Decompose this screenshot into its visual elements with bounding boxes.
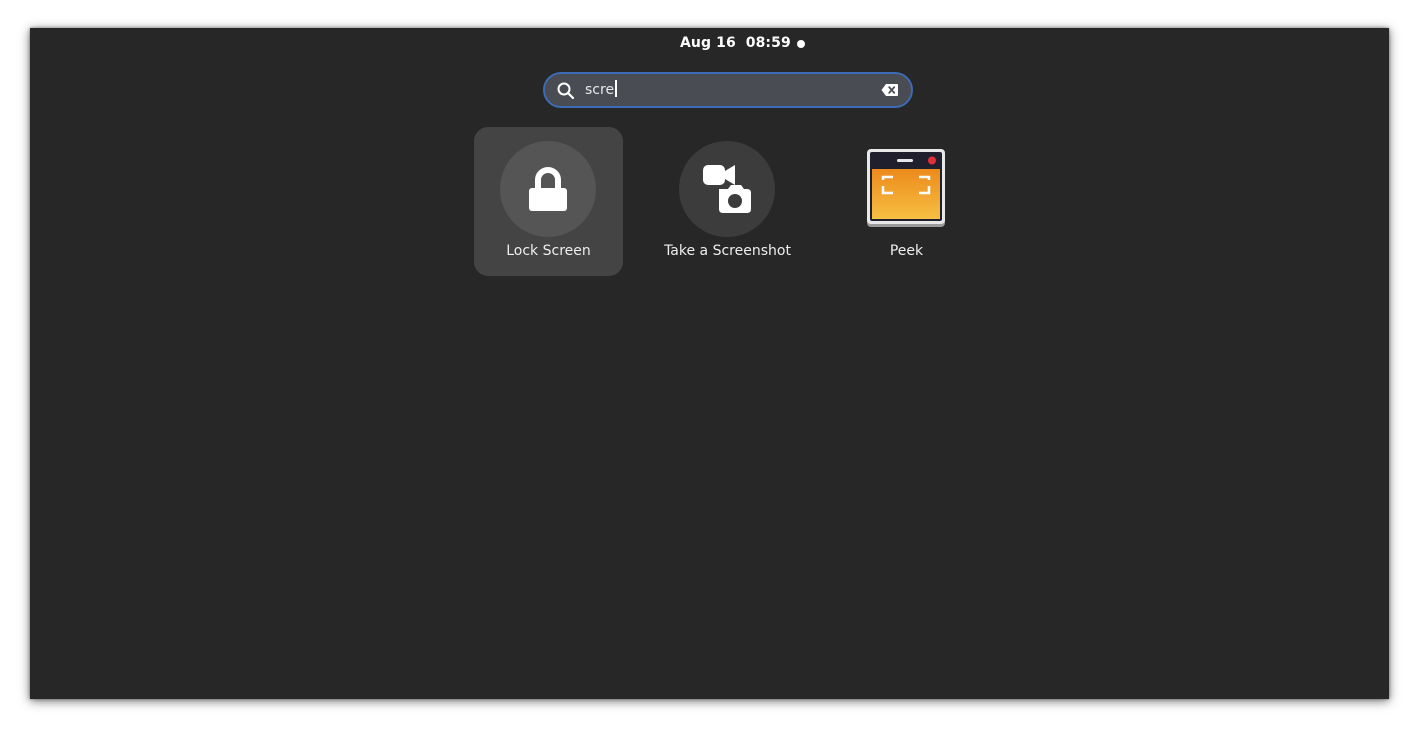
result-label: Peek xyxy=(889,243,924,259)
lock-icon-container xyxy=(500,141,596,237)
clear-icon[interactable] xyxy=(881,83,899,97)
peek-app-icon xyxy=(867,149,945,227)
notification-dot-icon[interactable] xyxy=(797,40,805,48)
result-peek[interactable]: Peek xyxy=(832,127,981,276)
result-lock-screen[interactable]: Lock Screen xyxy=(474,127,623,276)
overview-screen: Aug 16 08:59 scre Lock Screen Take a Scr… xyxy=(30,28,1389,699)
result-take-screenshot[interactable]: Take a Screenshot xyxy=(653,127,802,276)
search-input[interactable]: scre xyxy=(585,74,617,106)
result-label: Lock Screen xyxy=(506,243,591,259)
screenshot-icon-container xyxy=(679,141,775,237)
search-text: scre xyxy=(585,82,615,98)
text-caret xyxy=(615,80,617,97)
clock[interactable]: Aug 16 08:59 xyxy=(680,35,791,51)
lock-icon xyxy=(529,167,567,211)
search-entry[interactable]: scre xyxy=(543,72,913,108)
top-bar: Aug 16 08:59 xyxy=(30,28,1389,60)
result-label: Take a Screenshot xyxy=(664,243,791,259)
screenshot-icon xyxy=(703,165,751,213)
search-icon xyxy=(557,82,575,100)
